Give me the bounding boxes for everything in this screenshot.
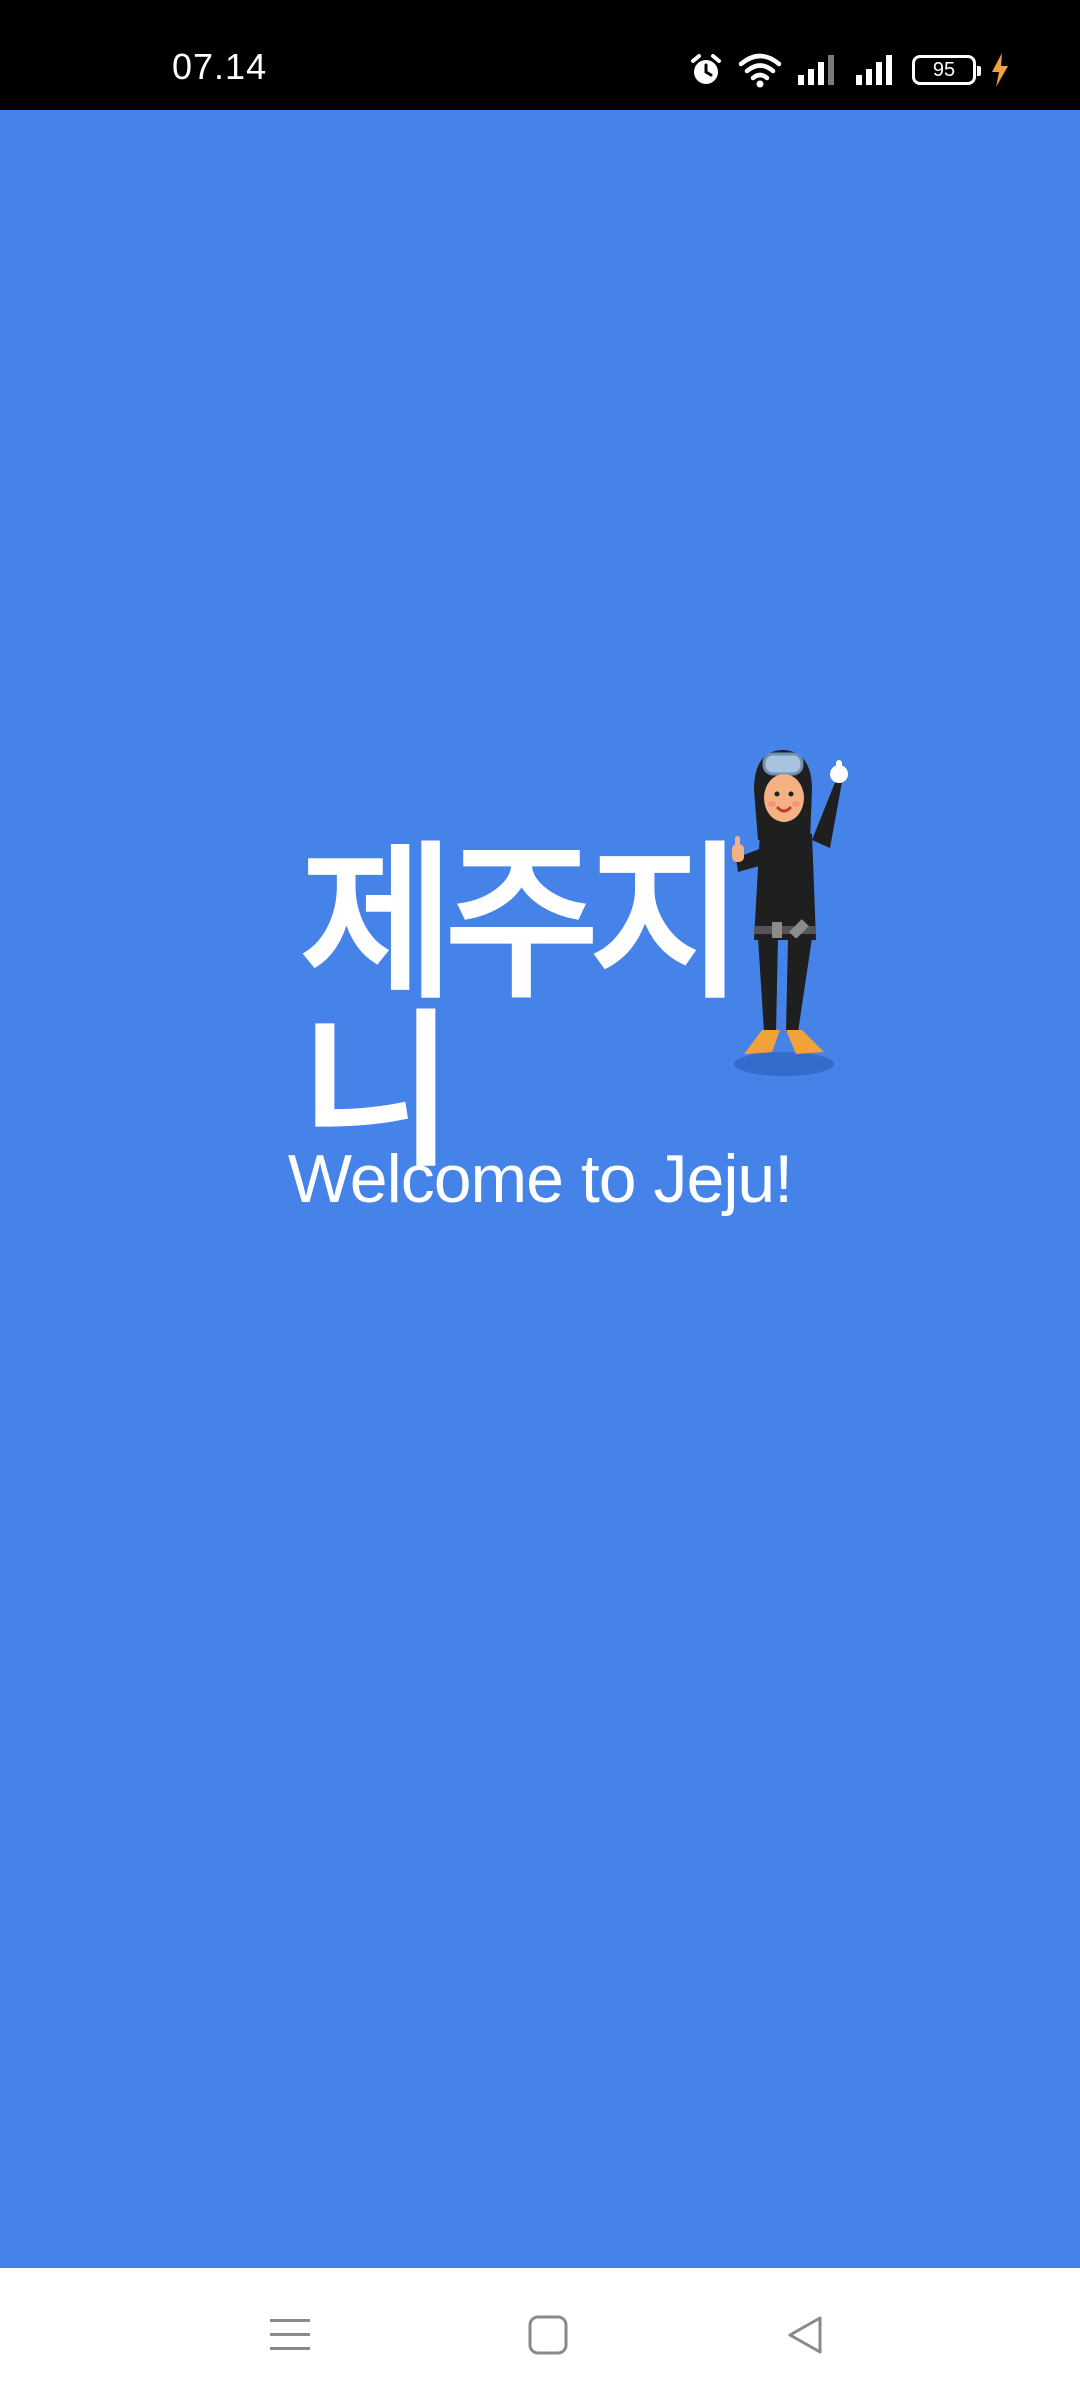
wifi-icon xyxy=(738,53,782,88)
splash-screen: 제주지니 Welcome to Jeju! xyxy=(0,110,1080,2268)
status-icons: 95 xyxy=(688,48,1010,92)
home-button[interactable] xyxy=(518,2308,578,2362)
welcome-text: Welcome to Jeju! xyxy=(287,1141,793,1217)
battery-icon: 95 xyxy=(912,55,981,85)
status-bar: 07.14 95 xyxy=(0,0,1080,110)
alarm-icon xyxy=(691,54,721,84)
diver-mascot-icon xyxy=(732,750,848,1076)
signal-icon xyxy=(798,55,834,85)
app-screen: 07.14 95 제주지니 Welcome to Jeju! xyxy=(0,0,1080,2400)
charging-icon xyxy=(992,53,1008,87)
home-icon xyxy=(528,2315,568,2355)
app-logo: 제주지니 xyxy=(300,620,860,1176)
status-time: 07.14 xyxy=(172,46,268,87)
menu-icon xyxy=(270,2319,310,2350)
navigation-bar xyxy=(0,2268,1080,2400)
back-icon xyxy=(788,2316,822,2354)
battery-level: 95 xyxy=(932,59,956,81)
back-button[interactable] xyxy=(776,2308,836,2362)
signal-icon xyxy=(856,55,892,85)
recent-apps-button[interactable] xyxy=(260,2308,320,2362)
